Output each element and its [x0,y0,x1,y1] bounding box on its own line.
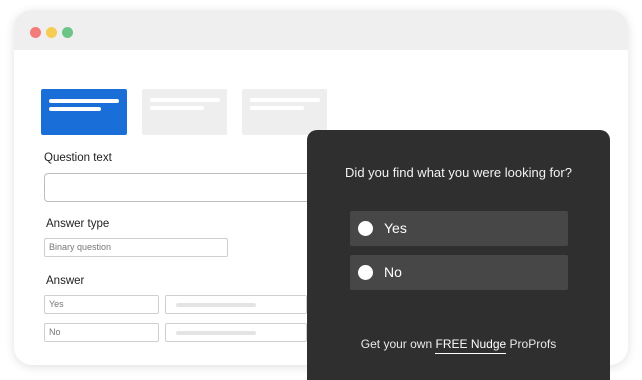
placeholder-line [176,303,256,307]
footer-prefix: Get your own [360,337,433,351]
answer-type-select[interactable]: Binary question [44,238,228,257]
answer-type-label: Answer type [46,218,110,230]
tab-placeholder-line [250,106,304,110]
answer-extra-input[interactable] [165,295,307,314]
nudge-survey-popup: Did you find what you were looking for? … [307,130,610,380]
tab-placeholder-line [49,99,119,103]
option-yes[interactable]: Yes [350,211,568,246]
tab-placeholder-line [150,106,204,110]
answer-input-no[interactable]: No [44,323,159,342]
window-titlebar [14,10,628,50]
maximize-window-button[interactable] [62,27,73,38]
radio-icon[interactable] [358,221,373,236]
footer-brand: ProProfs [509,337,557,351]
minimize-window-button[interactable] [46,27,57,38]
answer-extra-input[interactable] [165,323,307,342]
answer-input-yes[interactable]: Yes [44,295,159,314]
popup-footer: Get your own FREE Nudge ProProfs [307,337,610,354]
answer-label: Answer [46,275,85,287]
placeholder-line [176,331,256,335]
free-nudge-link[interactable]: FREE Nudge [435,337,507,354]
tab-3[interactable] [242,89,327,135]
tab-placeholder-line [49,107,101,111]
tab-1-active[interactable] [41,89,127,135]
option-label: No [384,264,402,280]
survey-question: Did you find what you were looking for? [345,165,572,180]
tab-2[interactable] [142,89,227,135]
option-no[interactable]: No [350,255,568,290]
close-window-button[interactable] [30,27,41,38]
radio-icon[interactable] [358,265,373,280]
question-text-label: Question text [44,152,112,164]
tab-placeholder-line [250,98,320,102]
question-text-input[interactable] [44,173,346,202]
option-label: Yes [384,220,407,236]
tab-placeholder-line [150,98,220,102]
